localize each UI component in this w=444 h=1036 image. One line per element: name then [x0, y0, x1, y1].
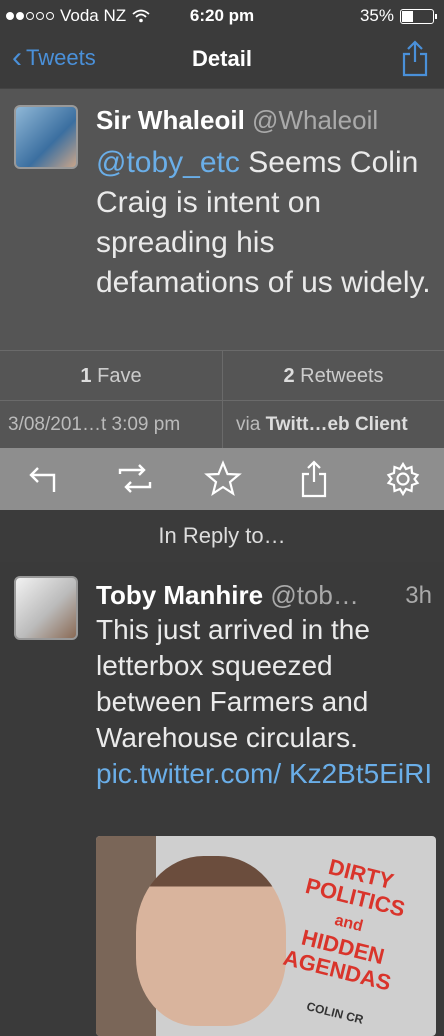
fave-number: 1: [80, 365, 92, 387]
photo-face: [136, 856, 286, 1026]
battery-percent: 35%: [359, 6, 394, 25]
gear-icon: [386, 461, 420, 497]
retweets-count[interactable]: 2 Retweets: [223, 351, 444, 401]
reply-button[interactable]: [26, 460, 64, 498]
photo-author: COLIN CR: [305, 999, 365, 1027]
tweet-date: 3/08/201…t 3:09 pm: [8, 414, 181, 435]
share-icon: [402, 40, 428, 77]
battery-icon: [400, 8, 437, 24]
retweet-number: 2: [283, 365, 295, 387]
reply-author-name: Toby Manhire: [96, 580, 264, 610]
mention-link[interactable]: @toby_etc: [96, 146, 240, 179]
reply-time: 3h: [405, 582, 432, 609]
reply-author[interactable]: Toby Manhire @tob…: [96, 580, 359, 611]
author-handle: @Whaleoil: [252, 105, 379, 135]
tweet-detail: Sir Whaleoil @Whaleoil @toby_etc Seems C…: [0, 88, 444, 351]
tweet-client[interactable]: via Twitt…eb Client: [236, 401, 408, 449]
reply-author-handle: @tob…: [270, 580, 359, 610]
share-tweet-button[interactable]: [295, 460, 333, 498]
avatar[interactable]: [14, 105, 78, 169]
nav-bar: ‹ Tweets Detail: [0, 32, 444, 88]
settings-button[interactable]: [384, 460, 422, 498]
photo-headline: DIRTY POLITICS and HIDDEN AGENDAS: [266, 846, 432, 999]
reply-icon: [29, 467, 56, 492]
tweet-meta: 3/08/201…t 3:09 pm via Twitt…eb Client: [0, 400, 444, 449]
fave-label: Fave: [97, 365, 142, 387]
retweet-button[interactable]: [114, 460, 152, 498]
headline-1: DIRTY POLITICS: [303, 853, 408, 922]
reply-text: This just arrived in the letterbox squee…: [96, 612, 436, 792]
retweet-icon: [118, 464, 152, 493]
tweet-author[interactable]: Sir Whaleoil @Whaleoil: [96, 105, 378, 136]
page-title: Detail: [192, 46, 252, 71]
status-bar: Voda NZ 6:20 pm 35%: [0, 0, 444, 32]
author-name: Sir Whaleoil: [96, 105, 245, 135]
reply-body: This just arrived in the letterbox squee…: [96, 614, 370, 753]
tweet-photo[interactable]: DIRTY POLITICS and HIDDEN AGENDAS COLIN CR: [96, 836, 436, 1036]
status-right: 35%: [359, 6, 437, 26]
headline-2: HIDDEN AGENDAS: [280, 924, 394, 996]
via-label: via: [236, 414, 261, 435]
client-name: Twitt…eb Client: [265, 414, 408, 435]
star-icon: [204, 460, 242, 496]
reply-tweet[interactable]: Toby Manhire @tob… 3h This just arrived …: [0, 562, 444, 1036]
faves-count[interactable]: 1 Fave: [0, 351, 222, 401]
share-icon: [301, 460, 327, 498]
retweet-label: Retweets: [300, 365, 384, 387]
favorite-button[interactable]: [204, 460, 242, 498]
tweet-stats: 1 Fave 2 Retweets: [0, 350, 444, 401]
avatar[interactable]: [14, 576, 78, 640]
action-bar: [0, 448, 444, 510]
in-reply-to-header[interactable]: In Reply to…: [0, 510, 444, 563]
pic-link[interactable]: pic.twitter.com/ Kz2Bt5EiRI: [96, 758, 432, 789]
share-button[interactable]: [400, 38, 430, 83]
tweet-text: @toby_etc Seems Colin Craig is intent on…: [96, 143, 436, 303]
